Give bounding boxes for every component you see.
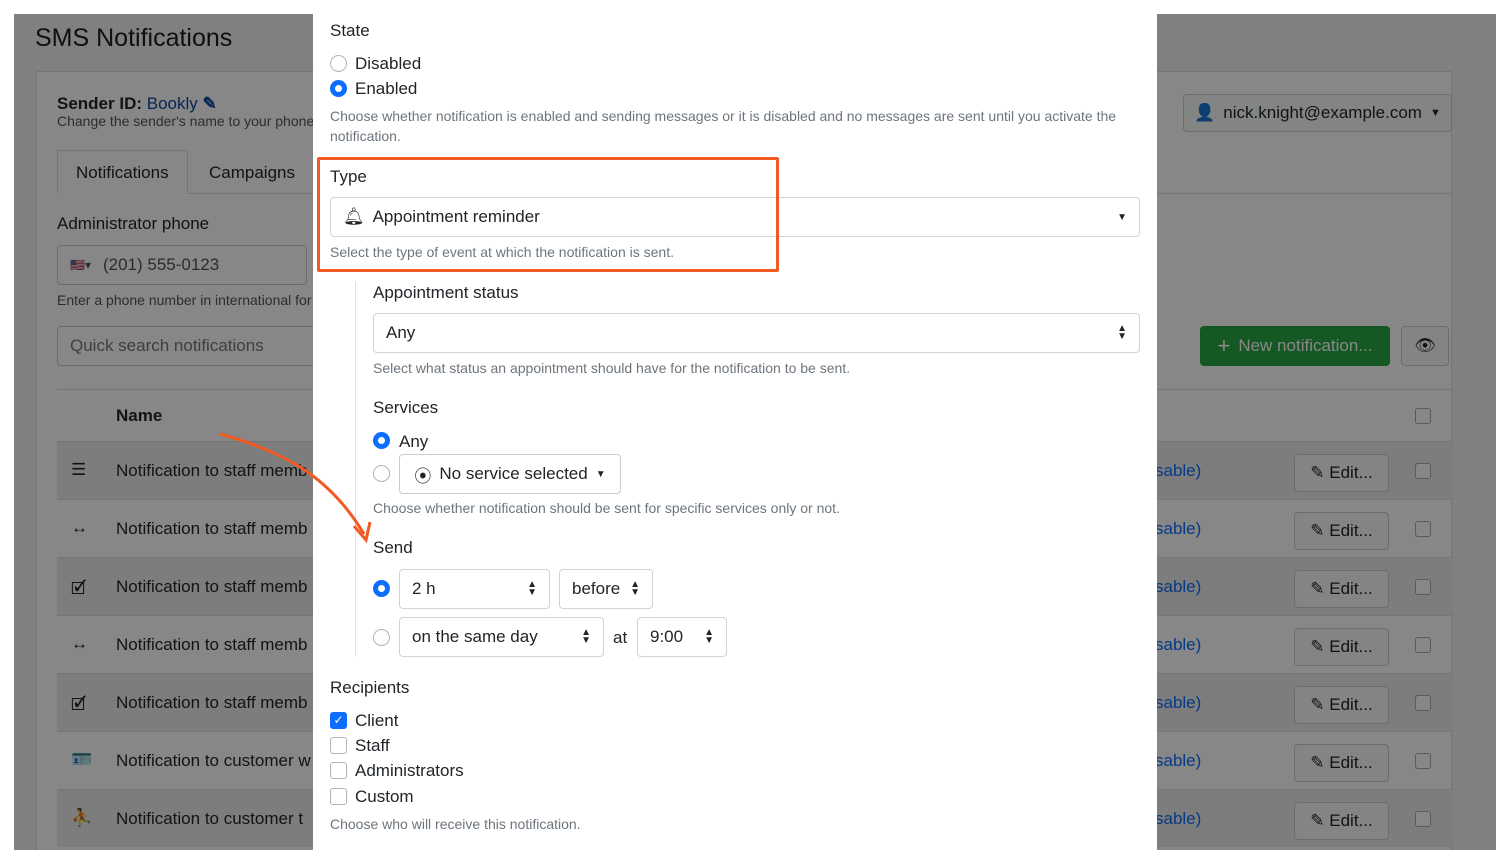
annotation-arrow [219,432,372,544]
screenshot: SMS Notifications Sender ID: Bookly ✎ Ch… [14,14,1496,850]
